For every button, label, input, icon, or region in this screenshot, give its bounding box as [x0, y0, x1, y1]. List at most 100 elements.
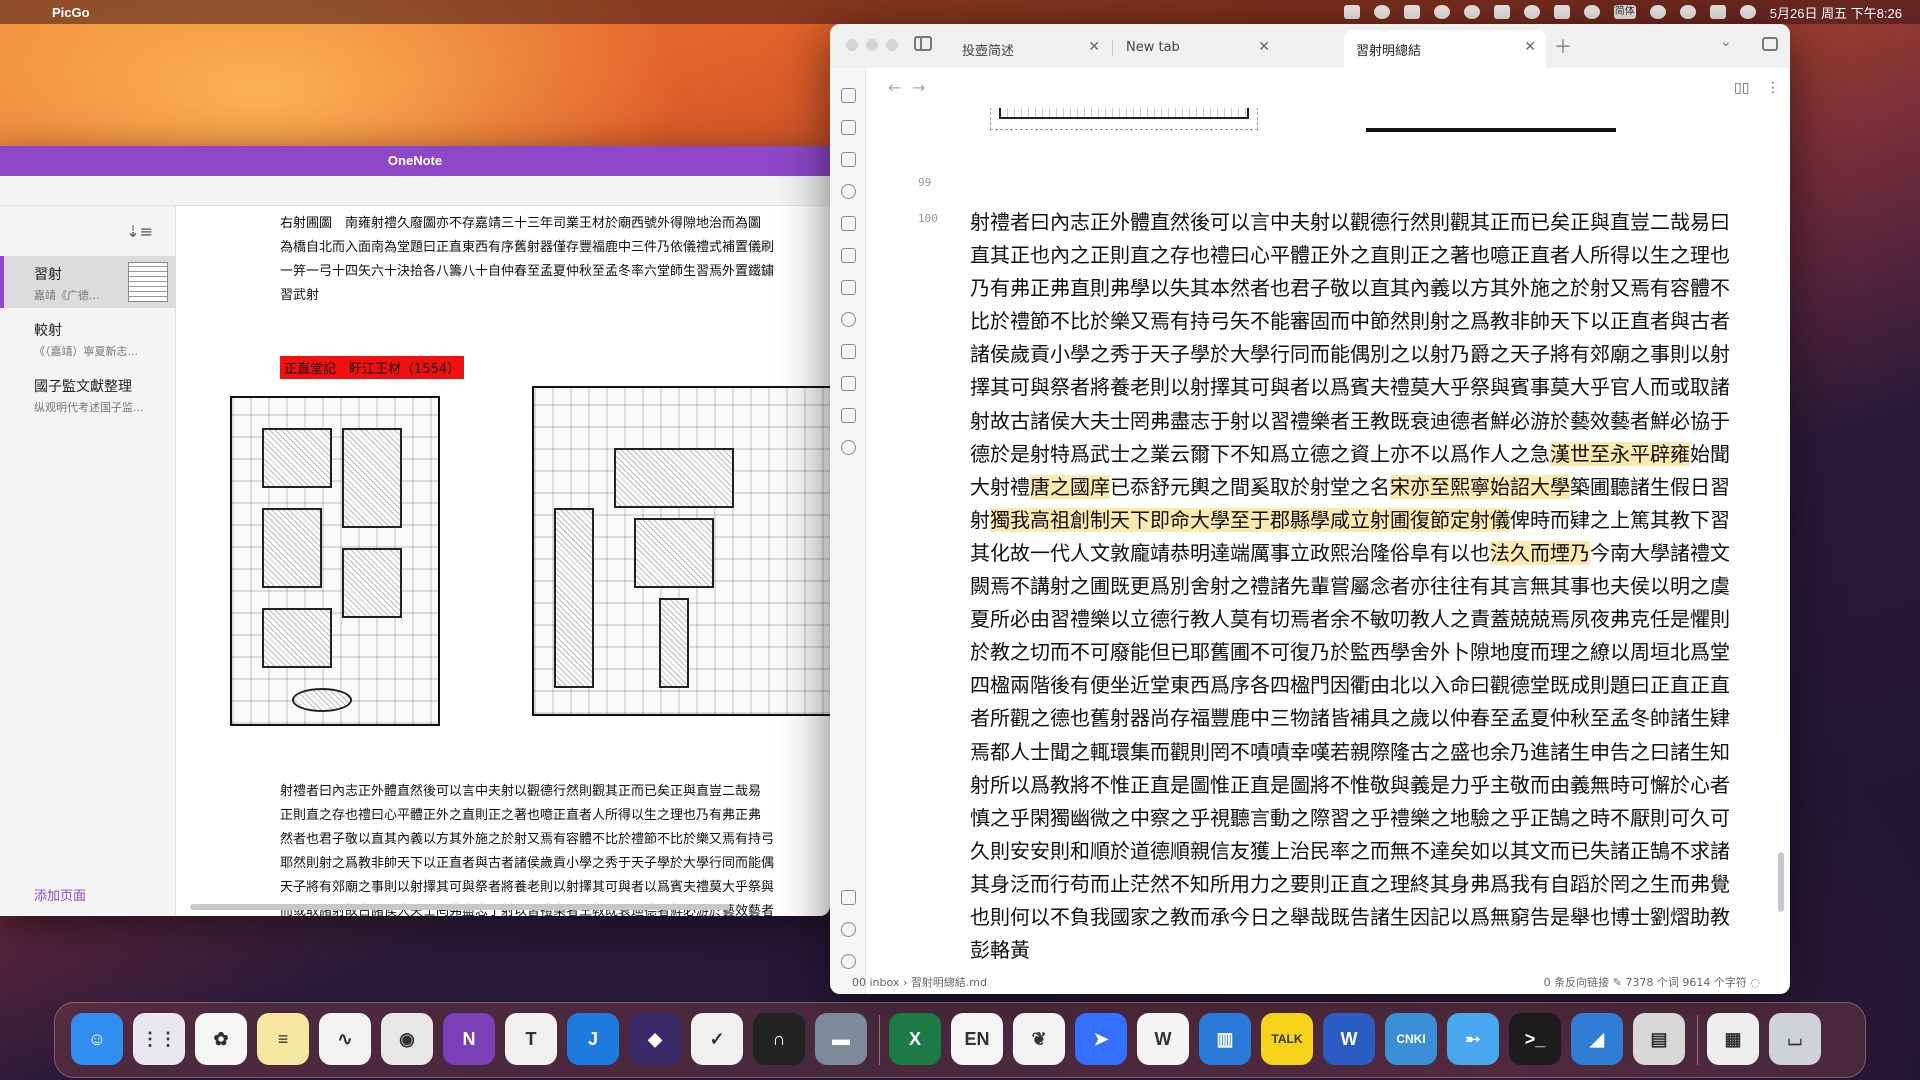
- folder-name[interactable]: 00 inbox: [852, 976, 899, 989]
- terminal-icon[interactable]: [841, 280, 856, 295]
- close-icon[interactable]: ✕: [1524, 39, 1536, 55]
- dock-onenote-icon[interactable]: N: [443, 1013, 495, 1065]
- close-icon[interactable]: ✕: [1088, 39, 1100, 55]
- settings-gear-icon[interactable]: [841, 954, 856, 969]
- more-options-icon[interactable]: ⋮: [1766, 80, 1780, 96]
- dock-word-icon[interactable]: W: [1323, 1013, 1375, 1065]
- file-icon[interactable]: [841, 152, 856, 167]
- page-item-jiaoshe[interactable]: 較射 《（嘉靖）寧夏新志...: [0, 312, 176, 367]
- reading-view-icon[interactable]: ▯▯: [1734, 80, 1749, 96]
- tag-icon[interactable]: [1403, 5, 1420, 19]
- dock-finder-icon[interactable]: ☺: [71, 1013, 123, 1065]
- dock-launchpad-icon[interactable]: ⋮⋮: [133, 1013, 185, 1065]
- new-tab-icon[interactable]: ＋: [1554, 33, 1572, 59]
- tab-list-chevron-icon[interactable]: ⌄: [1720, 34, 1732, 50]
- dock-notes-icon[interactable]: ≡: [257, 1013, 309, 1065]
- minimize-window-button[interactable]: [866, 39, 878, 51]
- dock-notion-icon[interactable]: ∩: [753, 1013, 805, 1065]
- wifi-icon[interactable]: [1649, 5, 1666, 19]
- file-breadcrumb[interactable]: 00 inbox › 習射明總結.md: [852, 974, 987, 990]
- edit-pencil-icon[interactable]: ✎: [1613, 976, 1626, 989]
- dock-lark-icon[interactable]: ➤: [1075, 1013, 1127, 1065]
- siri-icon[interactable]: [1739, 5, 1756, 19]
- forward-arrow-icon[interactable]: →: [912, 78, 925, 97]
- calendar-icon[interactable]: [841, 216, 856, 231]
- chat-icon[interactable]: [1463, 5, 1480, 19]
- page-item-xishe[interactable]: 習射 嘉靖《广德...: [0, 256, 176, 308]
- main-paragraph[interactable]: 射禮者曰內志正外體直然後可以言中夫射以觀德行然則觀其正而已矣正與直豈二哉易曰直其…: [970, 206, 1730, 967]
- dock-dict-icon[interactable]: J: [567, 1013, 619, 1065]
- tab-xishe-summary[interactable]: 習射明總結 ✕: [1344, 30, 1546, 68]
- graph-icon[interactable]: [841, 184, 856, 199]
- file-name[interactable]: 習射明總結.md: [911, 976, 987, 989]
- todo-icon[interactable]: [1523, 5, 1540, 19]
- dock-en-icon[interactable]: EN: [951, 1013, 1003, 1065]
- page-thumbnail: [128, 262, 168, 302]
- dock-obsidian-icon[interactable]: ◆: [629, 1013, 681, 1065]
- onenote-titlebar[interactable]: OneNote: [0, 146, 830, 176]
- spotlight-icon[interactable]: [1679, 5, 1696, 19]
- onenote-page-content[interactable]: 右射圃圖 南雍射禮久廢圖亦不存嘉靖三十三年司業王材於廟西號外得隙地治而為圖 為橋…: [176, 206, 830, 916]
- dropbox-icon[interactable]: [1433, 5, 1450, 19]
- dock-photos-icon[interactable]: ✿: [195, 1013, 247, 1065]
- sort-icon[interactable]: ⇣≡: [126, 222, 153, 241]
- onenote-window: OneNote ⇣≡ 習射 嘉靖《广德... 較射 《（嘉靖）寧夏新志... 國…: [0, 146, 830, 916]
- right-sidebar-toggle-icon[interactable]: [1762, 37, 1778, 51]
- microphone-icon[interactable]: [841, 312, 856, 327]
- dock-arrow-icon[interactable]: ➸: [1447, 1013, 1499, 1065]
- tab-label: 投壺简述: [962, 44, 1015, 59]
- canvas-icon[interactable]: [841, 120, 856, 135]
- embedded-image[interactable]: [990, 108, 1258, 130]
- back-arrow-icon[interactable]: ←: [888, 78, 901, 97]
- lightbulb-icon[interactable]: [841, 440, 856, 455]
- dock-talk-icon[interactable]: TALK: [1261, 1013, 1313, 1065]
- page-item-guozijian[interactable]: 國子監文獻整理 纵观明代考述国子监...: [0, 368, 176, 423]
- dock-terminal-icon[interactable]: >_: [1509, 1013, 1561, 1065]
- horizontal-scrollbar[interactable]: [190, 904, 730, 910]
- dock-xcode-icon[interactable]: ◢: [1571, 1013, 1623, 1065]
- tab-touhu[interactable]: 投壺简述 ✕: [950, 30, 1110, 68]
- dock-ticktick-icon[interactable]: ✓: [691, 1013, 743, 1065]
- bluetooth-icon[interactable]: [1583, 5, 1600, 19]
- close-window-button[interactable]: [846, 39, 858, 51]
- dock-cnki-icon[interactable]: CNKI: [1385, 1013, 1437, 1065]
- markdown-editor[interactable]: 99 100 射禮者曰內志正外體直然後可以言中夫射以觀德行然則觀其正而已矣正與直…: [866, 108, 1790, 968]
- trash-icon[interactable]: [841, 88, 856, 103]
- bookmark-icon[interactable]: [1493, 5, 1510, 19]
- dock-wps-icon[interactable]: W: [1137, 1013, 1189, 1065]
- dock-chrome-icon[interactable]: ◉: [381, 1013, 433, 1065]
- dock-typora-icon[interactable]: T: [505, 1013, 557, 1065]
- control-center-icon[interactable]: [1709, 5, 1726, 19]
- highlighted-text: 獨我高祖創制天下即命大學至于郡縣學咸立射圃復節定射儀: [990, 507, 1510, 532]
- picgo-icon[interactable]: [1343, 5, 1360, 19]
- menu-bar-clock[interactable]: 5月26日 周五 下午8:26: [1770, 3, 1902, 22]
- sync-status-icon[interactable]: ◌: [1750, 976, 1760, 989]
- dock-preview-icon[interactable]: ▤: [1633, 1013, 1685, 1065]
- backlink-count[interactable]: 0 条反向链接: [1544, 976, 1610, 989]
- close-icon[interactable]: ✕: [1258, 39, 1270, 55]
- dock-reader-icon[interactable]: ▥: [1199, 1013, 1251, 1065]
- add-page-button[interactable]: 添加页面: [34, 885, 86, 904]
- vertical-scrollbar[interactable]: [1778, 852, 1784, 912]
- dock-excel-icon[interactable]: X: [889, 1013, 941, 1065]
- zoom-window-button[interactable]: [886, 39, 898, 51]
- dock-freeform-icon[interactable]: ∿: [319, 1013, 371, 1065]
- dock-folder-icon[interactable]: ▬: [815, 1013, 867, 1065]
- input-method-icon[interactable]: 简体: [1613, 5, 1636, 19]
- sidebar-toggle-icon[interactable]: [914, 36, 932, 51]
- status-icon[interactable]: [1373, 5, 1390, 19]
- document-stats: 0 条反向链接 ✎ 7378 个词 9614 个字符 ◌: [1544, 974, 1760, 990]
- help-icon[interactable]: [841, 922, 856, 937]
- table-icon[interactable]: [841, 376, 856, 391]
- dock-stack-icon[interactable]: ▦: [1707, 1013, 1759, 1065]
- vault-switch-icon[interactable]: [841, 890, 856, 905]
- send-icon[interactable]: [841, 344, 856, 359]
- copy-icon[interactable]: [841, 248, 856, 263]
- dock-mindnode-icon[interactable]: ❦: [1013, 1013, 1065, 1065]
- wps-icon[interactable]: [1553, 5, 1570, 19]
- active-app-name[interactable]: PicGo: [52, 5, 90, 20]
- tag-icon[interactable]: [841, 408, 856, 423]
- tab-new-tab[interactable]: New tab ✕: [1114, 30, 1280, 68]
- obsidian-window: 投壺简述 ✕ New tab ✕ 習射明總結 ✕ ＋ ⌄ ← → ▯▯ ⋮ 99…: [830, 24, 1790, 994]
- dock-trash-icon[interactable]: ⌴: [1769, 1013, 1821, 1065]
